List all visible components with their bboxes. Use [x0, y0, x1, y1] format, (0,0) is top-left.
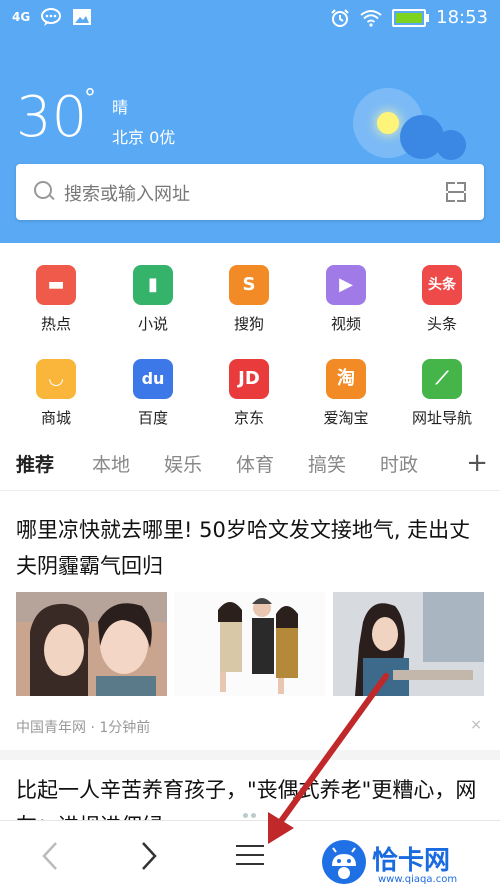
image-icon [73, 9, 92, 25]
search-placeholder: 搜索或输入网址 [64, 184, 190, 205]
taobao-icon: 淘 [326, 359, 366, 399]
app-label: 搜狗 [233, 315, 264, 333]
tree-illustration-icon [436, 130, 466, 160]
back-icon[interactable] [38, 839, 64, 873]
news-article[interactable]: 哪里凉快就去哪里! 50岁哈文发文接地气, 走出丈夫阴霾霸气回归 中国青年网 ·… [16, 512, 484, 736]
article-photo [333, 592, 484, 696]
app-label: 头条 [426, 315, 457, 333]
news-tabs: 推荐 本地 娱乐 体育 搞笑 时政 + [0, 440, 500, 491]
android-logo-icon [322, 840, 366, 884]
app-label: 京东 [233, 409, 264, 427]
app-label: 百度 [137, 409, 168, 427]
app-label: 网址导航 [411, 409, 472, 427]
menu-icon[interactable] [236, 841, 264, 869]
tab-sports[interactable]: 体育 [236, 450, 274, 477]
app-label: 小说 [137, 315, 168, 333]
tab-funny[interactable]: 搞笑 [308, 450, 346, 477]
clock: 18:53 [436, 7, 488, 28]
app-novel[interactable]: ▮ 小说 [113, 265, 193, 334]
baidu-paw-icon: du [133, 359, 173, 399]
shopping-bag-icon: ◡ [36, 359, 76, 399]
dismiss-article-button[interactable]: × [470, 717, 482, 733]
scan-icon[interactable] [446, 182, 466, 202]
search-bar[interactable]: 搜索或输入网址 [16, 164, 484, 220]
app-aitaobao[interactable]: 淘 爱淘宝 [306, 359, 386, 428]
weather-condition: 晴 [112, 98, 129, 117]
wifi-icon [360, 9, 382, 27]
app-url-nav[interactable]: ⟋ 网址导航 [402, 359, 482, 428]
watermark: 恰卡网 www.qiaqa.com [322, 836, 498, 888]
tab-recommend[interactable]: 推荐 [16, 450, 54, 477]
divider [0, 750, 500, 760]
app-hotspot[interactable]: ▬ 热点 [16, 265, 96, 334]
add-tab-button[interactable]: + [466, 448, 488, 478]
tab-politics[interactable]: 时政 [380, 450, 418, 477]
sogou-icon: S [229, 265, 269, 305]
search-icon [34, 181, 52, 199]
app-baidu[interactable]: du 百度 [113, 359, 193, 428]
article-images [16, 592, 484, 696]
forward-icon[interactable] [135, 839, 161, 873]
chat-icon [41, 8, 62, 26]
alarm-icon [331, 8, 349, 27]
jd-icon: JD [229, 359, 269, 399]
compass-icon: ⟋ [422, 359, 462, 399]
battery-icon [392, 8, 430, 27]
tab-entertainment[interactable]: 娱乐 [164, 450, 202, 477]
tab-local[interactable]: 本地 [92, 450, 130, 477]
hotspot-icon: ▬ [36, 265, 76, 305]
status-bar: 4G 18:53 [0, 0, 500, 36]
temperature: 30 [16, 85, 88, 150]
article-photo [174, 592, 325, 696]
app-label: 视频 [330, 315, 361, 333]
app-label: 商城 [40, 409, 71, 427]
degree-symbol: ° [84, 84, 96, 112]
book-icon: ▮ [133, 265, 173, 305]
signal-indicator: 4G [12, 10, 31, 24]
article-photo [16, 592, 167, 696]
watermark-text: 恰卡网 [372, 846, 451, 876]
header: 4G 18:53 30 ° 晴 北京 0优 搜索或输入网址 [0, 0, 500, 243]
play-icon: ▶ [326, 265, 366, 305]
toutiao-icon: 头条 [422, 265, 462, 305]
app-toutiao[interactable]: 头条 头条 [402, 265, 482, 334]
app-sogou[interactable]: S 搜狗 [209, 265, 289, 334]
app-jd[interactable]: JD 京东 [209, 359, 289, 428]
watermark-url: www.qiaqa.com [378, 874, 458, 885]
app-label: 热点 [40, 315, 71, 333]
article-title: 哪里凉快就去哪里! 50岁哈文发文接地气, 走出丈夫阴霾霸气回归 [16, 518, 471, 578]
city-air-quality: 北京 0优 [112, 128, 176, 147]
app-label: 爱淘宝 [323, 409, 369, 427]
app-video[interactable]: ▶ 视频 [306, 265, 386, 334]
app-mall[interactable]: ◡ 商城 [16, 359, 96, 428]
article-source-time: 中国青年网 · 1分钟前 [16, 720, 151, 736]
